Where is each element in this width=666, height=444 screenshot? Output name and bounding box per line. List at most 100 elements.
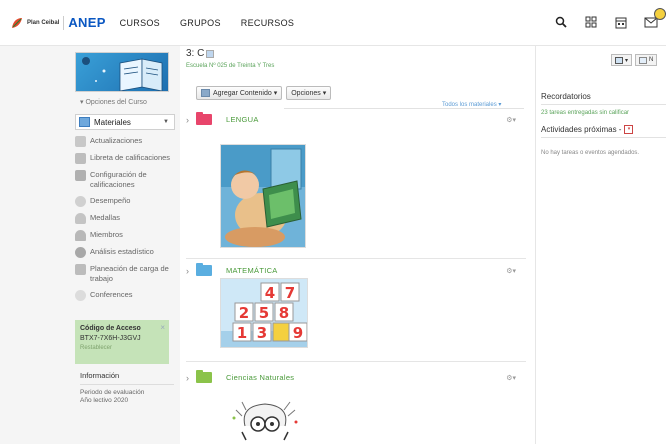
sidebar-item-label: Desempeño xyxy=(90,196,131,205)
members-icon xyxy=(75,230,86,241)
main-nav: CURSOS GRUPOS RECURSOS xyxy=(120,18,315,28)
brand-separator xyxy=(63,15,65,30)
gear-icon[interactable]: ⚙▾ xyxy=(506,374,516,382)
folder-icon xyxy=(196,112,212,125)
svg-text:5: 5 xyxy=(259,304,269,322)
ceibal-label: Plan Ceibal xyxy=(27,19,60,26)
sidebar-menu: Materiales ▼ Actualizaciones Libreta de … xyxy=(75,114,175,301)
matematica-image: 4 7 2 5 8 1 3 9 xyxy=(220,278,308,348)
close-icon[interactable]: × xyxy=(160,323,165,332)
new-button[interactable]: N xyxy=(635,54,658,66)
performance-icon xyxy=(75,196,86,207)
view-toggle-button[interactable]: ▾ xyxy=(611,54,633,66)
sidebar-item-desempeno[interactable]: Desempeño xyxy=(75,196,175,207)
school-name-link[interactable]: Escuela Nº 025 de Treinta Y Tres xyxy=(186,63,274,69)
folder-name[interactable]: LENGUA xyxy=(226,115,259,124)
brand-logo[interactable]: Plan Ceibal ANEP xyxy=(10,15,106,30)
svg-text:7: 7 xyxy=(285,284,295,302)
gear-icon[interactable]: ⚙▾ xyxy=(506,267,516,275)
sidebar-item-conferences[interactable]: Conferences xyxy=(75,290,175,301)
course-options-link[interactable]: ▾ Opciones del Curso xyxy=(80,98,147,106)
ciencias-image xyxy=(220,396,310,444)
calendar-icon[interactable]: ▾ xyxy=(624,125,634,134)
conferences-icon xyxy=(75,290,86,301)
apps-grid-icon[interactable] xyxy=(576,12,606,32)
search-icon[interactable] xyxy=(546,12,576,32)
chevron-down-icon: ▾ xyxy=(625,57,629,64)
sidebar-item-label: Conferences xyxy=(90,290,133,299)
folder-name[interactable]: MATEMÁTICA xyxy=(226,266,278,275)
sidebar-item-libreta[interactable]: Libreta de calificaciones xyxy=(75,153,175,164)
svg-text:9: 9 xyxy=(293,324,303,342)
nav-grupos[interactable]: GRUPOS xyxy=(180,18,221,28)
folder-icon xyxy=(196,370,212,383)
materials-select[interactable]: Materiales ▼ xyxy=(75,114,175,130)
chevron-down-icon: ▼ xyxy=(163,119,169,125)
sidebar-item-label: Libreta de calificaciones xyxy=(90,153,171,162)
grading-period: Periodo de evaluación xyxy=(80,389,145,396)
notification-badge[interactable] xyxy=(654,8,666,20)
divider xyxy=(541,104,666,105)
sidebar-item-miembros[interactable]: Miembros xyxy=(75,230,175,241)
course-thumbnail xyxy=(75,52,169,92)
sidebar-item-label: Medallas xyxy=(90,213,121,222)
chevron-right-icon[interactable]: › xyxy=(186,115,196,125)
left-sidebar: ▾ Opciones del Curso Materiales ▼ Actual… xyxy=(0,46,180,444)
chevron-right-icon[interactable]: › xyxy=(186,266,196,276)
divider xyxy=(186,361,526,362)
folder-name[interactable]: Ciencias Naturales xyxy=(226,373,294,382)
new-icon xyxy=(639,56,648,64)
main-content: 3: C Escuela Nº 025 de Treinta Y Tres Ag… xyxy=(180,46,535,444)
calendar-icon[interactable] xyxy=(606,12,636,32)
divider xyxy=(186,258,526,259)
sidebar-item-medallas[interactable]: Medallas xyxy=(75,213,175,224)
upcoming-empty-text: No hay tareas o eventos agendados. xyxy=(541,150,640,156)
svg-text:4: 4 xyxy=(265,284,275,302)
sidebar-item-actualizaciones[interactable]: Actualizaciones xyxy=(75,136,175,147)
anep-logo: ANEP xyxy=(68,15,106,30)
gear-icon[interactable]: ⚙▾ xyxy=(506,116,516,124)
svg-text:2: 2 xyxy=(239,304,249,322)
sidebar-item-analisis[interactable]: Análisis estadístico xyxy=(75,247,175,258)
sidebar-item-label: Miembros xyxy=(90,230,123,239)
workload-icon xyxy=(75,264,86,275)
upcoming-title-text: Actividades próximas - xyxy=(541,125,622,134)
options-button[interactable]: Opciones ▾ xyxy=(286,86,332,100)
sidebar-item-label: Análisis estadístico xyxy=(90,247,154,256)
nav-recursos[interactable]: RECURSOS xyxy=(241,18,294,28)
right-toolbar: ▾ N xyxy=(611,54,660,66)
top-icons xyxy=(546,8,666,32)
svg-text:1: 1 xyxy=(237,324,247,342)
svg-text:3: 3 xyxy=(257,324,267,342)
ceibal-leaf-icon xyxy=(12,17,22,28)
right-panel: ▾ N Recordatorios 23 tareas entregadas s… xyxy=(535,46,666,444)
messages-icon[interactable] xyxy=(636,8,666,32)
folder-row-lengua[interactable]: › LENGUA ⚙▾ xyxy=(186,112,526,125)
sidebar-item-label: Actualizaciones xyxy=(90,136,143,145)
layout-icon xyxy=(615,56,623,64)
chevron-right-icon[interactable]: › xyxy=(186,373,196,383)
reminders-link[interactable]: 23 tareas entregadas sin calificar xyxy=(541,110,629,116)
upcoming-title: Actividades próximas - ▾ xyxy=(541,125,634,134)
analytics-icon xyxy=(75,247,86,258)
materials-icon xyxy=(79,117,90,127)
info-title: Información xyxy=(80,371,174,385)
folder-row-matematica[interactable]: › MATEMÁTICA ⚙▾ xyxy=(186,263,526,276)
svg-text:8: 8 xyxy=(279,304,289,322)
badges-icon xyxy=(75,213,86,224)
divider xyxy=(541,137,666,138)
updates-icon xyxy=(75,136,86,147)
sidebar-item-configuracion[interactable]: Configuración de calificaciones xyxy=(75,170,175,190)
school-year: Año lectivo 2020 xyxy=(80,397,129,404)
top-navigation-bar: Plan Ceibal ANEP CURSOS GRUPOS RECURSOS xyxy=(0,0,666,46)
sidebar-item-label: Configuración de calificaciones xyxy=(90,170,147,189)
nav-cursos[interactable]: CURSOS xyxy=(120,18,160,28)
divider xyxy=(284,108,524,109)
all-materials-filter[interactable]: Todos los materiales ▾ xyxy=(442,101,501,108)
add-content-button[interactable]: Agregar Contenido ▾ xyxy=(196,86,283,100)
folder-row-ciencias[interactable]: › Ciencias Naturales ⚙▾ xyxy=(186,370,526,383)
access-code-value: BTX7-7X6H-J3GVJ xyxy=(80,335,141,342)
reset-code-link[interactable]: Restablecer xyxy=(80,345,164,351)
sidebar-item-planeacion[interactable]: Planeación de carga de trabajo xyxy=(75,264,175,284)
access-code-box: × Código de Acceso BTX7-7X6H-J3GVJ Resta… xyxy=(75,320,169,364)
